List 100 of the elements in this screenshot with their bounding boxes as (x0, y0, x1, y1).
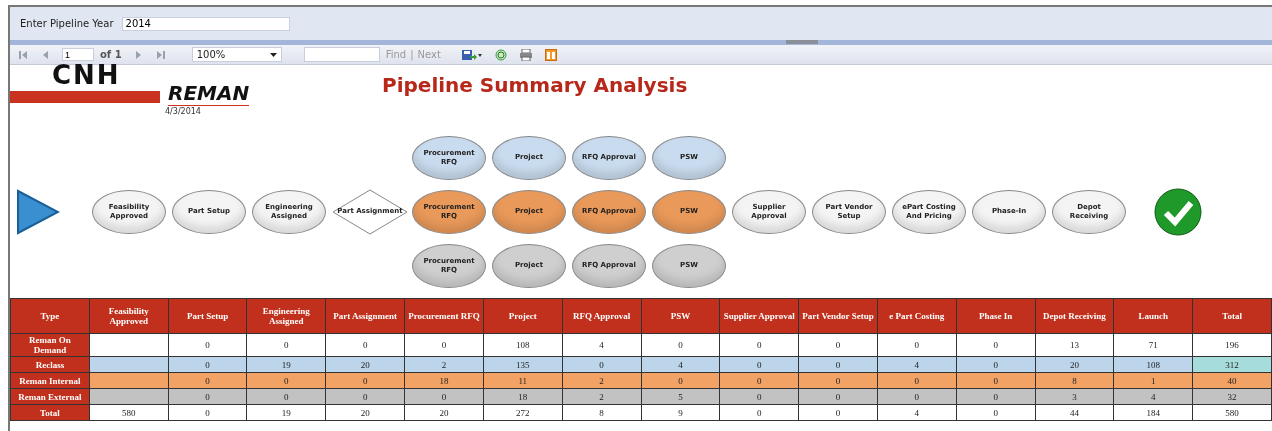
save-icon[interactable] (460, 48, 483, 61)
table-cell: 5 (641, 388, 720, 405)
table-cell: 0 (877, 388, 957, 405)
play-arrow-icon (16, 188, 60, 235)
table-cell: 0 (956, 404, 1036, 421)
table-cell: 20 (1035, 356, 1114, 373)
last-page-icon[interactable] (155, 49, 166, 60)
table-cell: 0 (168, 333, 247, 357)
table-cell: 8 (562, 404, 641, 421)
column-header: Total (1192, 298, 1272, 334)
column-header: Project (483, 298, 563, 334)
find-input[interactable] (303, 47, 380, 62)
column-header: Type (10, 298, 90, 334)
table-cell: 0 (168, 372, 247, 389)
refresh-icon[interactable] (494, 48, 507, 61)
table-cell: 0 (168, 404, 247, 421)
table-cell: 1 (1113, 372, 1193, 389)
table-cell: 0 (719, 372, 799, 389)
table-cell: 0 (325, 333, 405, 357)
table-cell: 0 (798, 333, 878, 357)
table-cell: 580 (1192, 404, 1272, 421)
column-header: Depot Receiving (1035, 298, 1114, 334)
table-cell: 0 (641, 333, 720, 357)
table-cell: 18 (483, 388, 563, 405)
table-cell: 0 (798, 404, 878, 421)
table-cell: 20 (325, 356, 405, 373)
table-cell: 0 (798, 356, 878, 373)
column-header: PSW (641, 298, 720, 334)
table-cell: 2 (404, 356, 484, 373)
table-cell: 0 (404, 333, 484, 357)
table-cell: 0 (246, 388, 326, 405)
table-cell: 18 (404, 372, 484, 389)
table-cell: 108 (1113, 356, 1193, 373)
table-cell: 4 (877, 404, 957, 421)
table-cell: 0 (877, 372, 957, 389)
table-cell: 19 (246, 356, 326, 373)
table-cell: 0 (956, 388, 1036, 405)
column-header: Part Setup (168, 298, 247, 334)
table-cell: 0 (956, 333, 1036, 357)
table-cell: 0 (325, 388, 405, 405)
table-cell: 44 (1035, 404, 1114, 421)
table-cell: 11 (483, 372, 563, 389)
table-cell: 0 (877, 333, 957, 357)
table-cell: 0 (956, 372, 1036, 389)
table-cell: 0 (562, 356, 641, 373)
column-header: Procurement RFQ (404, 298, 484, 334)
table-cell: 0 (719, 404, 799, 421)
table-cell: 2 (562, 372, 641, 389)
table-cell: 135 (483, 356, 563, 373)
table-cell: 580 (89, 404, 169, 421)
column-header: Part Vendor Setup (798, 298, 878, 334)
splitter-handle[interactable] (786, 40, 818, 44)
table-cell: 0 (246, 372, 326, 389)
column-header: Engineering Assigned (246, 298, 326, 334)
column-header: Part Assignment (325, 298, 405, 334)
table-cell: 196 (1192, 333, 1272, 357)
separator-text: | (410, 49, 414, 60)
table-cell: 19 (246, 404, 326, 421)
table-cell: 184 (1113, 404, 1193, 421)
table-cell: 20 (325, 404, 405, 421)
table-cell: 20 (404, 404, 484, 421)
print-icon[interactable] (518, 48, 533, 61)
table-cell: 0 (168, 356, 247, 373)
table-cell: 4 (1113, 388, 1193, 405)
logo-text: CNH (52, 61, 121, 89)
layout-icon[interactable] (544, 48, 557, 61)
column-header: Supplier Approval (719, 298, 799, 334)
table-cell: 4 (641, 356, 720, 373)
table-cell: 0 (956, 356, 1036, 373)
table-cell: 0 (719, 356, 799, 373)
column-header: Feasibility Approved (89, 298, 169, 334)
table-cell: 0 (719, 388, 799, 405)
checkmark-icon (1154, 187, 1202, 236)
report-date: 4/3/2014 (165, 107, 201, 116)
table-cell: 0 (798, 388, 878, 405)
page-input[interactable]: 1 (62, 48, 94, 61)
caret-icon (269, 52, 277, 57)
table-cell: 0 (798, 372, 878, 389)
column-header: e Part Costing (877, 298, 957, 334)
table-cell: 0 (168, 388, 247, 405)
table-cell: 108 (483, 333, 563, 357)
column-header: Launch (1113, 298, 1193, 334)
table-cell: 0 (719, 333, 799, 357)
year-input[interactable]: 2014 (121, 16, 290, 31)
table-cell: 0 (641, 372, 720, 389)
table-cell: 0 (246, 333, 326, 357)
column-header: Phase In (956, 298, 1036, 334)
report-title: Pipeline Summary Analysis (382, 73, 688, 99)
table-cell: 0 (325, 372, 405, 389)
first-page-icon[interactable] (18, 49, 28, 60)
table-cell: 13 (1035, 333, 1114, 357)
logo-subtitle: REMAN (168, 81, 250, 106)
year-label: Enter Pipeline Year (20, 18, 114, 29)
table-cell: 8 (1035, 372, 1114, 389)
table-cell: 4 (877, 356, 957, 373)
table-cell: 0 (404, 388, 484, 405)
row-header: Reman On Demand (10, 333, 90, 357)
table-cell: 9 (641, 404, 720, 421)
table-cell: 71 (1113, 333, 1193, 357)
zoom-select[interactable]: 100% (191, 47, 282, 62)
